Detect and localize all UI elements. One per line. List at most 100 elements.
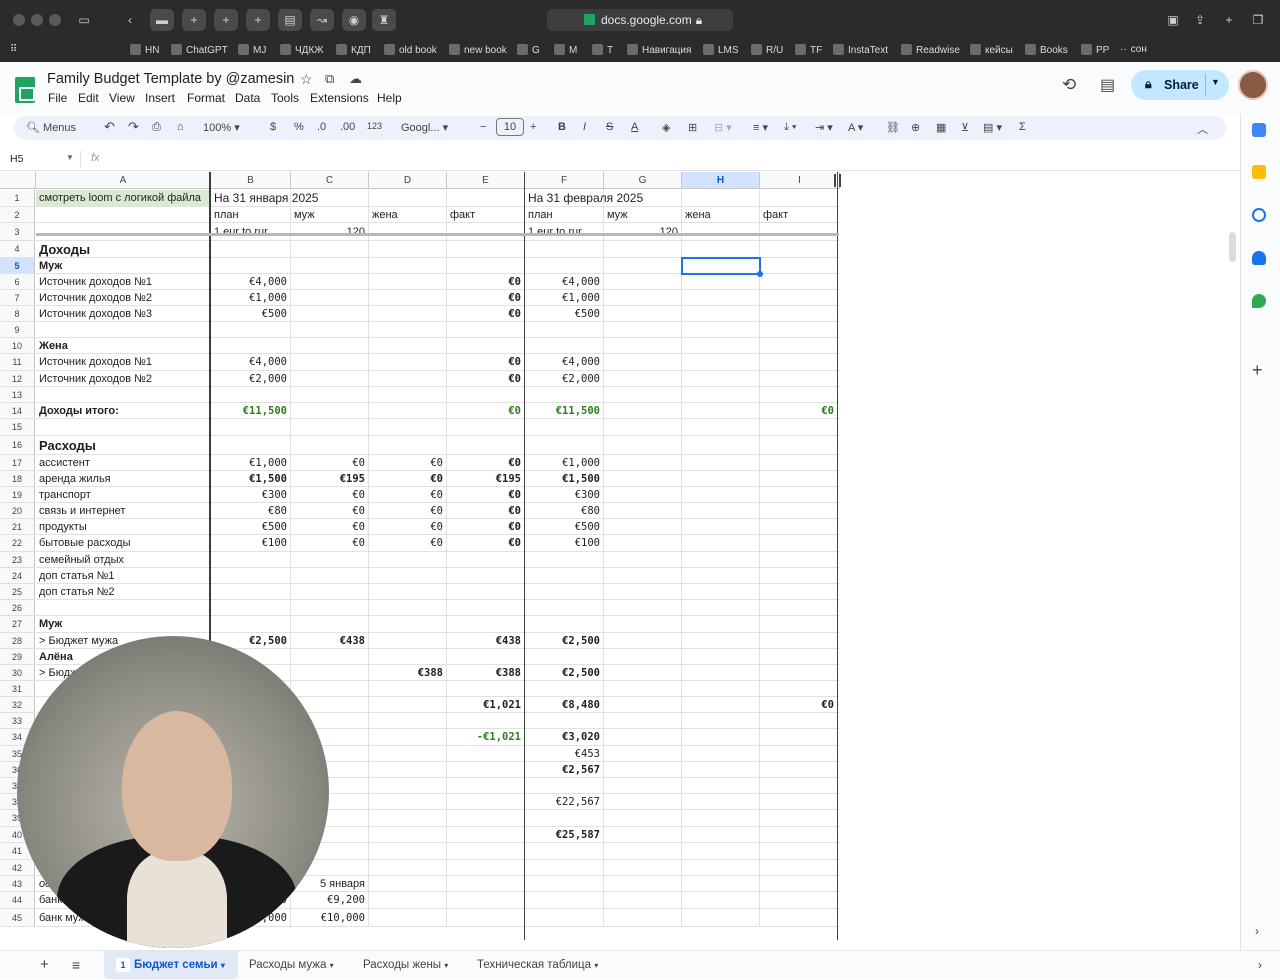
- filter-views-icon[interactable]: ▤ ▾: [983, 121, 1002, 134]
- cell-a26[interactable]: [36, 600, 211, 615]
- pinned-tab-icon[interactable]: ♜: [372, 9, 396, 31]
- decrease-decimal-button[interactable]: .0: [317, 121, 326, 133]
- cell-e31[interactable]: [447, 681, 525, 696]
- cell-h19[interactable]: [682, 487, 760, 502]
- row-header[interactable]: 10: [0, 338, 35, 354]
- row-header[interactable]: 44: [0, 892, 35, 909]
- cell-d11[interactable]: [369, 354, 447, 370]
- cell-f30[interactable]: €2,500: [525, 665, 604, 680]
- expand-panel-icon[interactable]: ›: [1255, 924, 1259, 938]
- search-menus[interactable]: 🔍︎ Menus: [26, 121, 76, 134]
- cell-f18[interactable]: €1,500: [525, 471, 604, 486]
- cell-f13[interactable]: [525, 387, 604, 402]
- cell-a12[interactable]: Источник доходов №2: [36, 371, 211, 386]
- cell-h26[interactable]: [682, 600, 760, 615]
- cell-d40[interactable]: [369, 827, 447, 842]
- cell-a5[interactable]: Муж: [36, 258, 211, 273]
- cell-a25[interactable]: доп статья №2: [36, 584, 211, 599]
- cell-c22[interactable]: €0: [291, 535, 369, 551]
- cell-b3[interactable]: 1 eur to rur: [211, 223, 291, 240]
- cell-b25[interactable]: [211, 584, 291, 599]
- name-box-dropdown-icon[interactable]: ▼: [66, 153, 74, 162]
- cell-h38[interactable]: [682, 794, 760, 809]
- cell-i20[interactable]: [760, 503, 838, 518]
- cell-e44[interactable]: [447, 892, 525, 908]
- cell-d45[interactable]: [369, 909, 447, 926]
- cell-h16[interactable]: [682, 436, 760, 454]
- bookmark-item[interactable]: LMS: [703, 44, 739, 56]
- cell-f26[interactable]: [525, 600, 604, 615]
- cell-g12[interactable]: [604, 371, 682, 386]
- paint-format-icon[interactable]: ⌂: [177, 121, 184, 133]
- cell-c16[interactable]: [291, 436, 369, 454]
- percent-format-button[interactable]: %: [294, 121, 304, 133]
- cell-a11[interactable]: Источник доходов №1: [36, 354, 211, 370]
- cell-e5[interactable]: [447, 258, 525, 273]
- cell-e10[interactable]: [447, 338, 525, 353]
- cell-c24[interactable]: [291, 568, 369, 583]
- scroll-tabs-right-icon[interactable]: ›: [1258, 951, 1262, 979]
- cell-a13[interactable]: [36, 387, 211, 402]
- cell-h29[interactable]: [682, 649, 760, 664]
- get-addons-icon[interactable]: +: [1252, 360, 1263, 381]
- bookmark-item[interactable]: R/U: [751, 44, 783, 56]
- cell-e22[interactable]: €0: [447, 535, 525, 551]
- cell-e29[interactable]: [447, 649, 525, 664]
- cell-c21[interactable]: €0: [291, 519, 369, 534]
- row-header[interactable]: 22: [0, 535, 35, 552]
- cell-i30[interactable]: [760, 665, 838, 680]
- row-header[interactable]: 12: [0, 371, 35, 387]
- cell-f45[interactable]: [525, 909, 604, 926]
- cell-g9[interactable]: [604, 322, 682, 337]
- strikethrough-button[interactable]: S: [606, 121, 613, 133]
- undo-icon[interactable]: ↶: [104, 119, 115, 135]
- cell-d22[interactable]: €0: [369, 535, 447, 551]
- cell-e3[interactable]: [447, 223, 525, 240]
- cell-g32[interactable]: [604, 697, 682, 712]
- menu-insert[interactable]: Insert: [145, 91, 175, 105]
- cell-b10[interactable]: [211, 338, 291, 353]
- column-header-d[interactable]: D: [369, 172, 447, 189]
- cell-h2[interactable]: жена: [682, 207, 760, 222]
- menu-data[interactable]: Data: [235, 91, 260, 105]
- cell-b4[interactable]: [211, 241, 291, 257]
- contacts-icon[interactable]: [1252, 251, 1266, 265]
- cell-f42[interactable]: [525, 860, 604, 875]
- cell-h4[interactable]: [682, 241, 760, 257]
- cell-a7[interactable]: Источник доходов №2: [36, 290, 211, 305]
- cell-i41[interactable]: [760, 843, 838, 859]
- cell-h42[interactable]: [682, 860, 760, 875]
- cell-g4[interactable]: [604, 241, 682, 257]
- cell-c26[interactable]: [291, 600, 369, 615]
- back-icon[interactable]: ‹: [118, 9, 142, 31]
- cell-i1[interactable]: [760, 190, 838, 206]
- cell-d44[interactable]: [369, 892, 447, 908]
- cell-a2[interactable]: [36, 207, 211, 222]
- cell-i16[interactable]: [760, 436, 838, 454]
- maps-icon[interactable]: [1252, 294, 1266, 308]
- row-header[interactable]: 21: [0, 519, 35, 535]
- select-all-corner[interactable]: [0, 172, 36, 189]
- cell-f38[interactable]: €22,567: [525, 794, 604, 809]
- cell-f16[interactable]: [525, 436, 604, 454]
- number-format-button[interactable]: 123: [367, 121, 382, 131]
- bookmark-item[interactable]: InstaText: [833, 44, 888, 56]
- cell-h22[interactable]: [682, 535, 760, 551]
- increase-decimal-button[interactable]: .00: [340, 121, 355, 133]
- cell-d30[interactable]: €388: [369, 665, 447, 680]
- cell-d2[interactable]: жена: [369, 207, 447, 222]
- bookmark-item[interactable]: Readwise: [901, 44, 960, 56]
- cell-i31[interactable]: [760, 681, 838, 696]
- cell-i35[interactable]: [760, 746, 838, 761]
- tab-overview-icon[interactable]: ❐: [1246, 9, 1270, 31]
- formula-input[interactable]: [112, 152, 1212, 166]
- cell-e38[interactable]: [447, 794, 525, 809]
- cell-i8[interactable]: [760, 306, 838, 321]
- cell-f19[interactable]: €300: [525, 487, 604, 502]
- cell-i18[interactable]: [760, 471, 838, 486]
- tab-husband-expenses[interactable]: Расходы мужа ▾: [249, 951, 334, 979]
- row-header[interactable]: 16: [0, 436, 35, 455]
- cell-h40[interactable]: [682, 827, 760, 842]
- cell-g10[interactable]: [604, 338, 682, 353]
- row-header[interactable]: 9: [0, 322, 35, 338]
